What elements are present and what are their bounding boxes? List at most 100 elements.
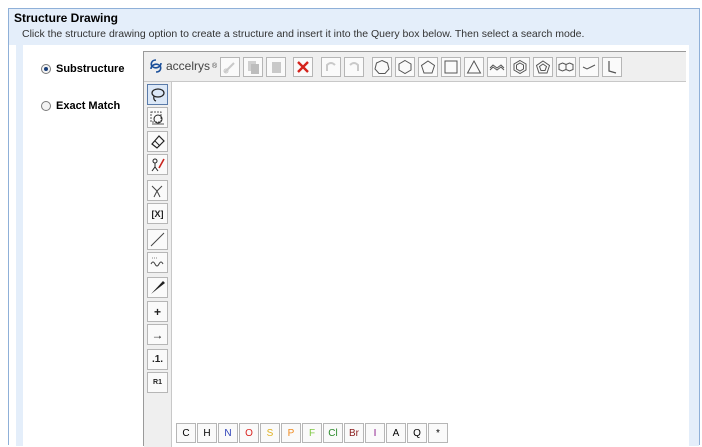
atom-toolbar: C H N O S P F Cl Br I A Q *: [173, 423, 686, 447]
atom-button-cl[interactable]: Cl: [323, 423, 343, 443]
atom-f-label: F: [308, 427, 316, 439]
cyclopentadiene-icon: [535, 60, 551, 74]
tool-eraser[interactable]: [147, 131, 168, 152]
tool-atom-map[interactable]: .1.: [147, 349, 168, 370]
naphthalene-icon: [558, 62, 574, 72]
atom-cl-label: Cl: [328, 427, 338, 439]
toolbar-cyclopentane-button[interactable]: [418, 57, 438, 77]
paste-icon: [272, 62, 281, 73]
toolbar-redo-button[interactable]: [344, 57, 364, 77]
editor-toolbar: accelrys ®: [144, 52, 686, 82]
panel-title: Structure Drawing: [14, 11, 119, 25]
atom-a-label: A: [392, 427, 400, 439]
tool-rotate[interactable]: [147, 107, 168, 128]
atom-q-label: Q: [413, 427, 421, 439]
tool-rgroup[interactable]: R1: [147, 372, 168, 393]
accelrys-logo-icon: [150, 59, 162, 73]
atom-button-a[interactable]: A: [386, 423, 406, 443]
toolbar-erase-button[interactable]: [220, 57, 240, 77]
atom-c-label: C: [182, 427, 190, 439]
accelrys-logo-text: accelrys: [166, 59, 211, 73]
atom-i-label: I: [373, 427, 377, 439]
chain-icon: [489, 64, 505, 71]
toolbar-cycloheptane-button[interactable]: [372, 57, 392, 77]
atom-map-icon: .1.: [151, 354, 164, 365]
cycloheptane-icon: [374, 59, 390, 74]
tool-charge[interactable]: +: [147, 301, 168, 322]
toolbar-cyclobutane-button[interactable]: [441, 57, 461, 77]
copy-icon: [248, 61, 259, 74]
tool-stereo[interactable]: [147, 180, 168, 201]
reaction-arrow-icon: →: [151, 327, 164, 342]
wedge-bond-icon: [151, 281, 165, 294]
atom-s-label: S: [266, 427, 274, 439]
radio-substructure[interactable]: [41, 64, 51, 74]
toolbar-cyclopentadiene-button[interactable]: [533, 57, 553, 77]
bond-chain-icon: [582, 64, 596, 70]
toolbar-copy-button[interactable]: [243, 57, 263, 77]
radio-exact-match[interactable]: [41, 101, 51, 111]
redo-icon: [349, 62, 359, 71]
delete-icon: [297, 61, 309, 73]
toolbar-bond-chain-button[interactable]: [579, 57, 599, 77]
tool-lasso[interactable]: [147, 84, 168, 105]
tool-single-bond[interactable]: [147, 229, 168, 250]
eraser-icon: [151, 135, 165, 149]
bracket-icon: [X]: [151, 208, 164, 219]
mode-substructure[interactable]: Substructure: [41, 63, 124, 75]
structure-drawing-panel: Structure Drawing Click the structure dr…: [8, 8, 700, 447]
lasso-icon: [151, 88, 165, 102]
right-margin: [689, 45, 699, 446]
atom-n-label: N: [224, 427, 232, 439]
tool-bracket[interactable]: [X]: [147, 203, 168, 224]
toolbar-paste-button[interactable]: [266, 57, 286, 77]
toolbar-naphthalene-button[interactable]: [556, 57, 576, 77]
mode-substructure-label: Substructure: [56, 63, 125, 75]
angle-icon: [608, 61, 617, 74]
atom-br-label: Br: [349, 427, 359, 439]
rgroup-icon: R1: [153, 379, 162, 386]
accelrys-logo: accelrys ®: [148, 58, 217, 74]
atom-button-o[interactable]: O: [239, 423, 259, 443]
sketch-editor: accelrys ® [X] + → .1. R1 C H N O S P F …: [143, 51, 686, 447]
toolbar-angle-button[interactable]: [602, 57, 622, 77]
wavy-bond-icon: [150, 257, 164, 267]
atom-button-c[interactable]: C: [176, 423, 196, 443]
mode-exact-match[interactable]: Exact Match: [41, 100, 120, 112]
atom-pen-icon: [151, 158, 165, 172]
atom-button-i[interactable]: I: [365, 423, 385, 443]
drawing-canvas[interactable]: [173, 83, 686, 416]
stereo-icon: [151, 185, 163, 198]
panel-instructions: Click the structure drawing option to cr…: [22, 28, 585, 40]
tool-wedge-bond[interactable]: [147, 277, 168, 298]
atom-o-label: O: [245, 427, 253, 439]
toolbar-chain-button[interactable]: [487, 57, 507, 77]
atom-button-any[interactable]: *: [428, 423, 448, 443]
cyclobutane-icon: [444, 60, 458, 74]
charge-icon: +: [153, 304, 161, 319]
left-margin: [16, 45, 23, 446]
atom-button-q[interactable]: Q: [407, 423, 427, 443]
atom-button-h[interactable]: H: [197, 423, 217, 443]
cyclopentane-icon: [420, 60, 436, 74]
atom-button-f[interactable]: F: [302, 423, 322, 443]
atom-button-s[interactable]: S: [260, 423, 280, 443]
tool-wavy-bond[interactable]: [147, 252, 168, 273]
tool-atom-pen[interactable]: [147, 154, 168, 175]
toolbar-delete-button[interactable]: [293, 57, 313, 77]
left-toolbar: [X] + → .1. R1: [144, 82, 172, 447]
atom-button-n[interactable]: N: [218, 423, 238, 443]
accelrys-logo-mark: ®: [212, 62, 218, 70]
eraser-icon: [223, 62, 235, 74]
tool-reaction-arrow[interactable]: →: [147, 324, 168, 345]
toolbar-benzene-button[interactable]: [510, 57, 530, 77]
single-bond-icon: [150, 232, 165, 247]
toolbar-undo-button[interactable]: [321, 57, 341, 77]
benzene-icon: [513, 59, 527, 75]
atom-button-br[interactable]: Br: [344, 423, 364, 443]
toolbar-cyclohexane-button[interactable]: [395, 57, 415, 77]
panel-header: Structure Drawing Click the structure dr…: [9, 9, 699, 45]
toolbar-cyclopropane-button[interactable]: [464, 57, 484, 77]
atom-any-label: *: [436, 427, 440, 439]
atom-button-p[interactable]: P: [281, 423, 301, 443]
